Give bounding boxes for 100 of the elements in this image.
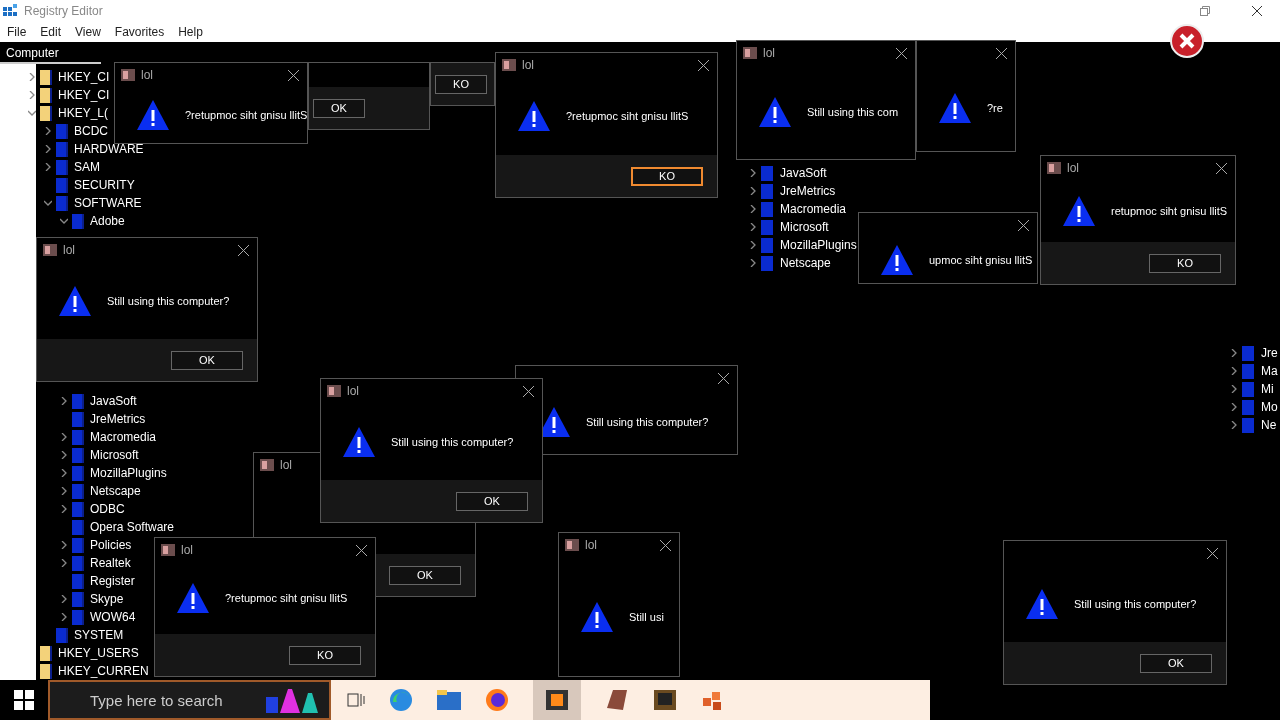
dialog-button[interactable]: OK [1140, 653, 1212, 673]
close-button[interactable] [236, 242, 251, 258]
search-input[interactable]: Type here to search [88, 690, 262, 710]
close-button[interactable] [696, 57, 711, 73]
chevron-icon[interactable] [60, 487, 68, 495]
tree-item[interactable]: SAM [74, 160, 100, 174]
chevron-icon[interactable] [749, 169, 757, 177]
chevron-icon[interactable] [28, 73, 36, 81]
dialog-button[interactable]: OK [456, 491, 528, 511]
chevron-icon[interactable] [28, 91, 36, 99]
chevron-icon[interactable] [28, 109, 36, 117]
chevron-icon[interactable] [60, 505, 68, 513]
chevron-icon[interactable] [60, 397, 68, 405]
close-button[interactable] [1016, 217, 1031, 233]
tree-item[interactable]: Ne [1261, 418, 1277, 432]
tree-item[interactable]: MozillaPlugins [780, 238, 857, 252]
tree-item[interactable]: JreMetrics [90, 412, 146, 426]
browser-icon[interactable] [389, 688, 413, 712]
tree-item[interactable]: Netscape [90, 484, 141, 498]
tree-item[interactable]: Skype [90, 592, 124, 606]
search-field[interactable]: Type here to search [48, 680, 331, 720]
chevron-icon[interactable] [749, 223, 757, 231]
tree-item[interactable]: Netscape [780, 256, 831, 270]
tree-item[interactable]: MozillaPlugins [90, 466, 167, 480]
close-button[interactable] [286, 67, 301, 83]
close-button[interactable] [894, 45, 909, 61]
tree-item[interactable]: JavaSoft [90, 394, 137, 408]
dialog-button[interactable]: KO [631, 166, 703, 186]
tree-item[interactable]: SOFTWARE [74, 196, 142, 210]
chevron-icon[interactable] [1230, 421, 1238, 429]
dialog-button[interactable]: OK [171, 350, 243, 370]
tree-item[interactable]: ODBC [90, 502, 125, 516]
chevron-icon[interactable] [60, 595, 68, 603]
dialog-button[interactable]: OK [389, 565, 461, 585]
dialog-button[interactable]: OK [313, 98, 365, 118]
chevron-icon[interactable] [60, 451, 68, 459]
tree-item[interactable]: Macromedia [780, 202, 847, 216]
dialog-button[interactable]: KO [435, 74, 487, 94]
close-button[interactable] [1214, 160, 1229, 176]
menu-item[interactable]: Edit [40, 25, 62, 39]
tree-item[interactable]: SECURITY [74, 178, 135, 192]
folder-icon[interactable] [437, 690, 461, 710]
tree-item[interactable]: Microsoft [90, 448, 139, 462]
chevron-icon[interactable] [1230, 403, 1238, 411]
chevron-icon[interactable] [44, 199, 52, 207]
close-button[interactable] [521, 383, 536, 399]
tree-item[interactable]: Microsoft [780, 220, 829, 234]
dialog-button[interactable]: KO [289, 645, 361, 665]
chevron-icon[interactable] [1230, 385, 1238, 393]
tree-item[interactable]: HARDWARE [74, 142, 144, 156]
menu-item[interactable]: View [75, 25, 101, 39]
tree-item[interactable]: Macromedia [90, 430, 157, 444]
close-button[interactable] [1205, 545, 1220, 561]
chevron-icon[interactable] [749, 241, 757, 249]
tree-item[interactable]: HKEY_CURREN [58, 664, 149, 678]
chevron-icon[interactable] [1230, 367, 1238, 375]
dialog-button[interactable]: KO [1149, 253, 1221, 273]
taskbar-app[interactable] [533, 680, 581, 720]
chevron-icon[interactable] [1230, 349, 1238, 357]
chevron-icon[interactable] [749, 187, 757, 195]
tree-item[interactable]: Mi [1261, 382, 1274, 396]
tree-item[interactable]: Realtek [90, 556, 131, 570]
tree-item[interactable]: JavaSoft [780, 166, 827, 180]
monitor-icon[interactable] [653, 688, 677, 712]
chevron-icon[interactable] [60, 469, 68, 477]
tree-item[interactable]: JreMetrics [780, 184, 836, 198]
close-button[interactable] [716, 370, 731, 386]
chevron-icon[interactable] [44, 145, 52, 153]
tree-item[interactable]: HKEY_CI [58, 88, 110, 102]
task-view-icon[interactable] [347, 692, 365, 708]
browser-icon[interactable] [485, 688, 509, 712]
tree-item[interactable]: WOW64 [90, 610, 136, 624]
tree-item[interactable]: BCDC [74, 124, 108, 138]
chevron-icon[interactable] [44, 127, 52, 135]
tree-item[interactable]: Ma [1261, 364, 1278, 378]
tree-item[interactable]: SYSTEM [74, 628, 124, 642]
tree-item[interactable]: Register [90, 574, 135, 588]
tree-item[interactable]: Jre [1261, 346, 1278, 360]
close-button[interactable] [658, 537, 673, 553]
menu-item[interactable]: Favorites [114, 25, 165, 39]
tree-item[interactable]: HKEY_L( [58, 106, 109, 120]
chevron-icon[interactable] [60, 217, 68, 225]
tree-item[interactable]: HKEY_CI [58, 70, 110, 84]
chevron-icon[interactable] [60, 433, 68, 441]
tree-item[interactable]: Adobe [90, 214, 125, 228]
menu-item[interactable]: File [7, 25, 27, 39]
chevron-icon[interactable] [60, 541, 68, 549]
chevron-icon[interactable] [60, 559, 68, 567]
close-button[interactable] [994, 45, 1009, 61]
tree-item[interactable]: Opera Software [90, 520, 175, 534]
chevron-icon[interactable] [749, 259, 757, 267]
tree-item[interactable]: HKEY_USERS [58, 646, 139, 660]
chevron-icon[interactable] [44, 163, 52, 171]
menu-item[interactable]: Help [178, 25, 203, 39]
tree-item[interactable]: Policies [90, 538, 132, 552]
tree-item[interactable]: Mo [1261, 400, 1278, 414]
chevron-icon[interactable] [60, 613, 68, 621]
chevron-icon[interactable] [749, 205, 757, 213]
book-icon[interactable] [605, 688, 629, 712]
close-button[interactable] [354, 542, 369, 558]
